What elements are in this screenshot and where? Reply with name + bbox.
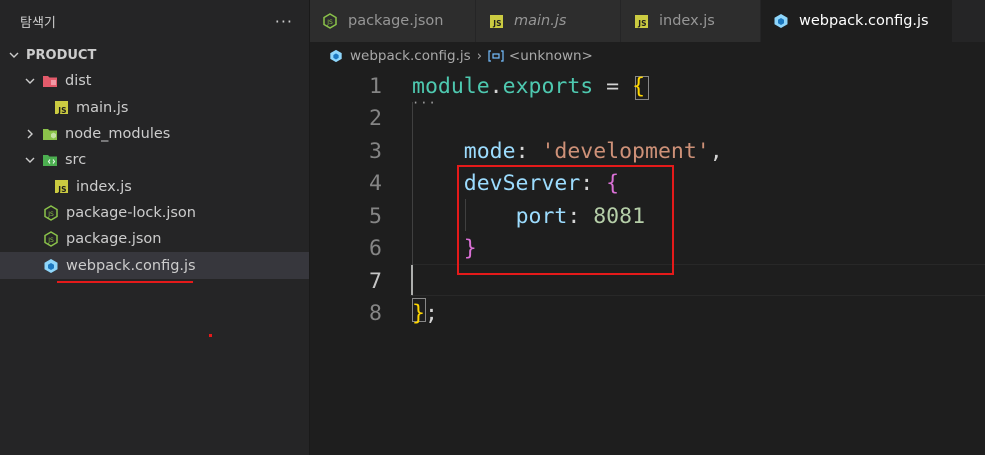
chevron-down-icon xyxy=(22,152,38,168)
tab-main-js[interactable]: JS main.js xyxy=(476,0,621,42)
code-token: } xyxy=(412,301,425,327)
code-line: 2 xyxy=(310,103,985,136)
tab-label: package.json xyxy=(348,13,444,29)
code-token: { xyxy=(632,73,646,99)
webpack-file-icon xyxy=(328,48,344,64)
folder-node-icon xyxy=(42,126,58,142)
tree-item-label: package-lock.json xyxy=(66,204,196,221)
tree-item-src[interactable]: src xyxy=(0,147,309,173)
line-number: 5 xyxy=(369,203,382,229)
chevron-down-icon xyxy=(22,73,38,89)
breadcrumb-symbol[interactable]: <unknown> xyxy=(509,48,593,64)
symbol-variable-icon xyxy=(488,50,504,62)
svg-text:JS: JS xyxy=(47,237,54,244)
js-file-icon: JS xyxy=(488,13,504,29)
code-token: , xyxy=(709,138,723,164)
tab-package-json[interactable]: JS package.json xyxy=(310,0,476,42)
tree-item-package-lock-json[interactable]: JS package-lock.json xyxy=(0,200,309,226)
code-token: module xyxy=(412,73,490,99)
explorer-sidebar: 탐색기 ··· PRODUCT dist JS main.js node_mod… xyxy=(0,0,310,455)
ellipsis-icon[interactable]: ··· xyxy=(275,12,293,31)
code-token: = xyxy=(593,73,633,99)
code-token: ; xyxy=(424,301,438,327)
line-number: 6 xyxy=(369,236,382,262)
tree-item-node-modules[interactable]: node_modules xyxy=(0,121,309,147)
tree-item-label: node_modules xyxy=(65,126,171,143)
root-folder-label: PRODUCT xyxy=(26,47,97,63)
folder-src-icon xyxy=(42,152,58,168)
code-token: : xyxy=(515,138,542,164)
js-file-icon: JS xyxy=(53,100,69,116)
annotation-box xyxy=(457,165,674,275)
tree-item-label: webpack.config.js xyxy=(66,257,196,274)
line-number: 4 xyxy=(369,171,382,197)
line-number: 7 xyxy=(369,268,382,294)
svg-text:JS: JS xyxy=(47,211,54,218)
folder-dist-icon xyxy=(42,73,58,89)
chevron-right-icon: › xyxy=(476,48,482,64)
tree-item-package-json[interactable]: JS package.json xyxy=(0,226,309,252)
tree-item-label: index.js xyxy=(76,178,132,195)
breadcrumb-file[interactable]: webpack.config.js xyxy=(350,48,471,64)
root-folder[interactable]: PRODUCT xyxy=(0,42,309,68)
tree-item-label: dist xyxy=(65,73,92,90)
tab-webpack-config-js[interactable]: webpack.config.js xyxy=(761,0,953,42)
tree-item-dist[interactable]: dist xyxy=(0,68,309,94)
line-number: 2 xyxy=(369,106,382,132)
node-file-icon: JS xyxy=(322,13,338,29)
tree-item-label: main.js xyxy=(76,99,129,116)
webpack-file-icon xyxy=(773,13,789,29)
code-line: 3 mode: 'development', xyxy=(310,135,985,168)
tab-label: main.js xyxy=(514,13,567,29)
chevron-down-icon xyxy=(6,47,22,63)
code-editor[interactable]: ··· 1 module.exports = { 2 3 mode: 'deve… xyxy=(310,70,985,455)
tree-item-webpack-config-js[interactable]: webpack.config.js xyxy=(0,252,309,279)
annotation-dot xyxy=(209,334,212,337)
node-file-icon: JS xyxy=(43,205,59,221)
node-file-icon: JS xyxy=(43,231,59,248)
tree-item-label: src xyxy=(65,152,87,169)
svg-text:JS: JS xyxy=(326,19,333,26)
chevron-right-icon xyxy=(22,126,38,142)
tab-label: index.js xyxy=(659,13,715,29)
annotation-underline xyxy=(57,281,193,283)
tree-item-index-js[interactable]: JS index.js xyxy=(0,173,309,199)
editor-tabs: JS package.json JS main.js JS index.js w… xyxy=(310,0,985,42)
explorer-title: 탐색기 xyxy=(20,15,56,31)
tree-item-label: package.json xyxy=(66,231,162,248)
text-cursor xyxy=(411,265,413,295)
tab-label: webpack.config.js xyxy=(799,13,929,29)
explorer-header: 탐색기 ··· xyxy=(0,0,309,42)
code-line: 8 }; xyxy=(310,298,985,331)
code-token: exports xyxy=(502,73,594,99)
code-token: . xyxy=(489,73,503,99)
line-number: 8 xyxy=(369,301,382,327)
code-line: 1 module.exports = { xyxy=(310,70,985,103)
breadcrumb: webpack.config.js › <unknown> xyxy=(310,42,985,70)
code-token: mode xyxy=(463,138,516,164)
webpack-file-icon xyxy=(43,258,59,274)
js-file-icon: JS xyxy=(53,179,69,195)
line-number: 3 xyxy=(369,138,382,164)
tab-index-js[interactable]: JS index.js xyxy=(621,0,761,42)
tree-item-main-js[interactable]: JS main.js xyxy=(0,95,309,121)
line-number: 1 xyxy=(369,73,382,99)
code-token: 'development' xyxy=(541,138,710,164)
js-file-icon: JS xyxy=(633,13,649,29)
